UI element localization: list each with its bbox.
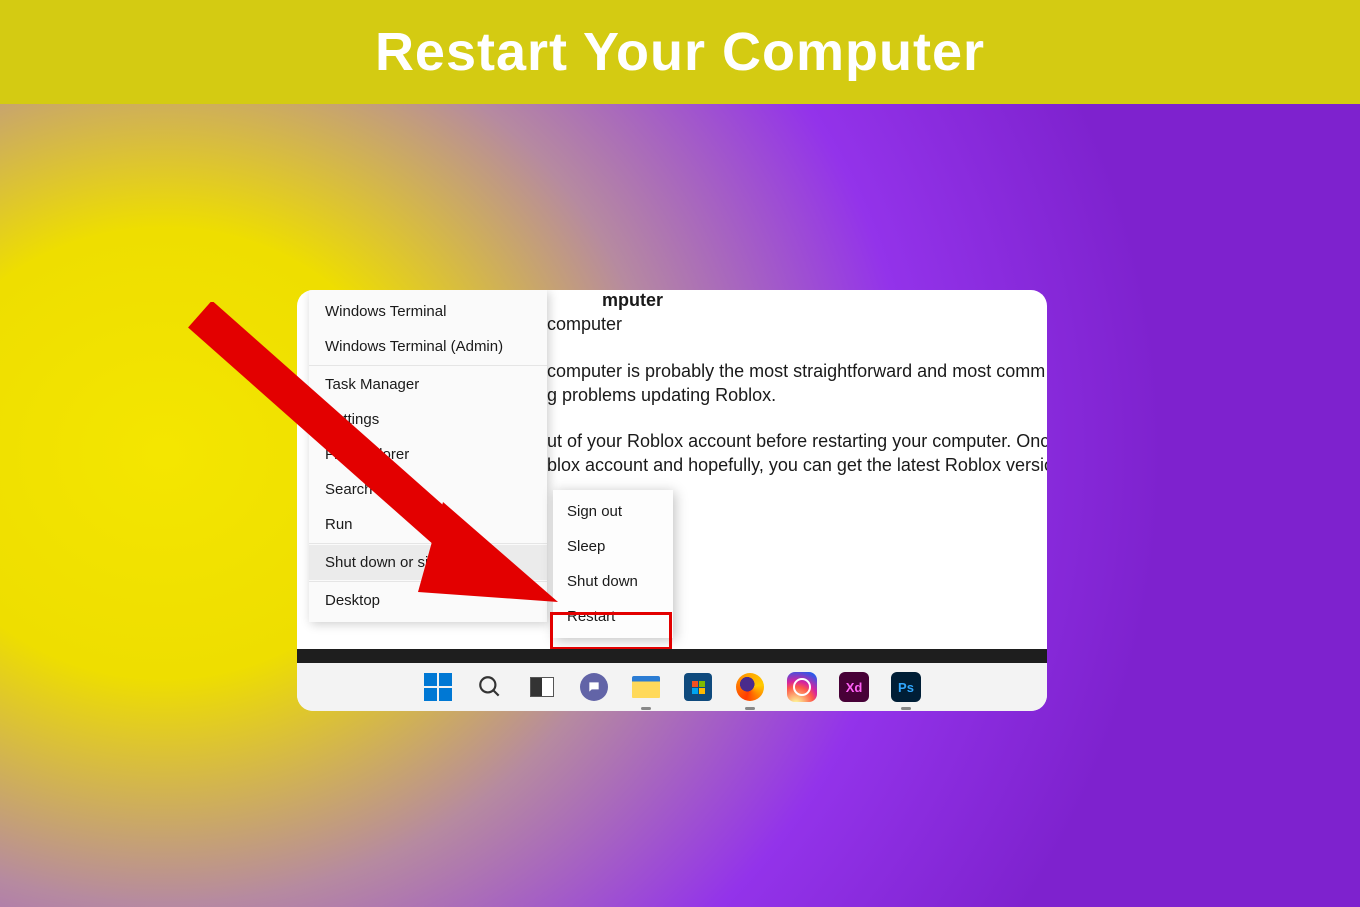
background-article-text: mputer computer computer is probably the… <box>547 290 1047 478</box>
menu-item-search[interactable]: Search <box>309 472 547 507</box>
menu-item-task-manager[interactable]: Task Manager <box>309 367 547 402</box>
store-icon <box>684 673 712 701</box>
bg-para: g problems updating Roblox. <box>547 383 1047 407</box>
bg-para: computer is probably the most straightfo… <box>547 359 1047 383</box>
bg-frag: mputer <box>602 290 1047 312</box>
windows-logo-icon <box>424 673 452 701</box>
adobe-xd-button[interactable]: Xd <box>839 672 869 702</box>
taskview-button[interactable] <box>527 672 557 702</box>
submenu-item-sleep[interactable]: Sleep <box>553 529 673 564</box>
file-explorer-button[interactable] <box>631 672 661 702</box>
power-submenu: Sign out Sleep Shut down Restart <box>553 490 673 638</box>
menu-item-windows-terminal[interactable]: Windows Terminal <box>309 294 547 329</box>
submenu-item-signout[interactable]: Sign out <box>553 494 673 529</box>
menu-item-file-explorer[interactable]: File Explorer <box>309 437 547 472</box>
instagram-button[interactable] <box>787 672 817 702</box>
submenu-item-shutdown[interactable]: Shut down <box>553 564 673 599</box>
screenshot-window: mputer computer computer is probably the… <box>297 290 1047 711</box>
menu-separator <box>309 365 547 366</box>
bg-para: blox account and hopefully, you can get … <box>547 453 1047 477</box>
menu-item-shutdown-signout[interactable]: Shut down or sign out <box>309 545 547 580</box>
menu-item-windows-terminal-admin[interactable]: Windows Terminal (Admin) <box>309 329 547 364</box>
start-button[interactable] <box>423 672 453 702</box>
search-button[interactable] <box>475 672 505 702</box>
winx-context-menu: Windows Terminal Windows Terminal (Admin… <box>309 290 547 622</box>
chat-icon <box>580 673 608 701</box>
firefox-icon <box>736 673 764 701</box>
menu-separator <box>309 543 547 544</box>
taskbar: Xd Ps <box>297 663 1047 711</box>
menu-separator <box>309 581 547 582</box>
folder-icon <box>632 676 660 698</box>
teams-chat-button[interactable] <box>579 672 609 702</box>
search-icon <box>477 674 503 700</box>
adobe-photoshop-button[interactable]: Ps <box>891 672 921 702</box>
page-title: Restart Your Computer <box>375 21 985 83</box>
taskbar-border <box>297 649 1047 663</box>
instagram-icon <box>787 672 817 702</box>
ps-icon: Ps <box>891 672 921 702</box>
firefox-button[interactable] <box>735 672 765 702</box>
submenu-item-restart[interactable]: Restart <box>553 599 673 634</box>
menu-item-run[interactable]: Run <box>309 507 547 542</box>
menu-item-desktop[interactable]: Desktop <box>309 583 547 618</box>
menu-item-settings[interactable]: Settings <box>309 402 547 437</box>
microsoft-store-button[interactable] <box>683 672 713 702</box>
taskview-icon <box>530 677 554 697</box>
header-banner: Restart Your Computer <box>0 0 1360 104</box>
xd-icon: Xd <box>839 672 869 702</box>
bg-para: ut of your Roblox account before restart… <box>547 429 1047 453</box>
bg-frag: computer <box>547 312 1047 336</box>
